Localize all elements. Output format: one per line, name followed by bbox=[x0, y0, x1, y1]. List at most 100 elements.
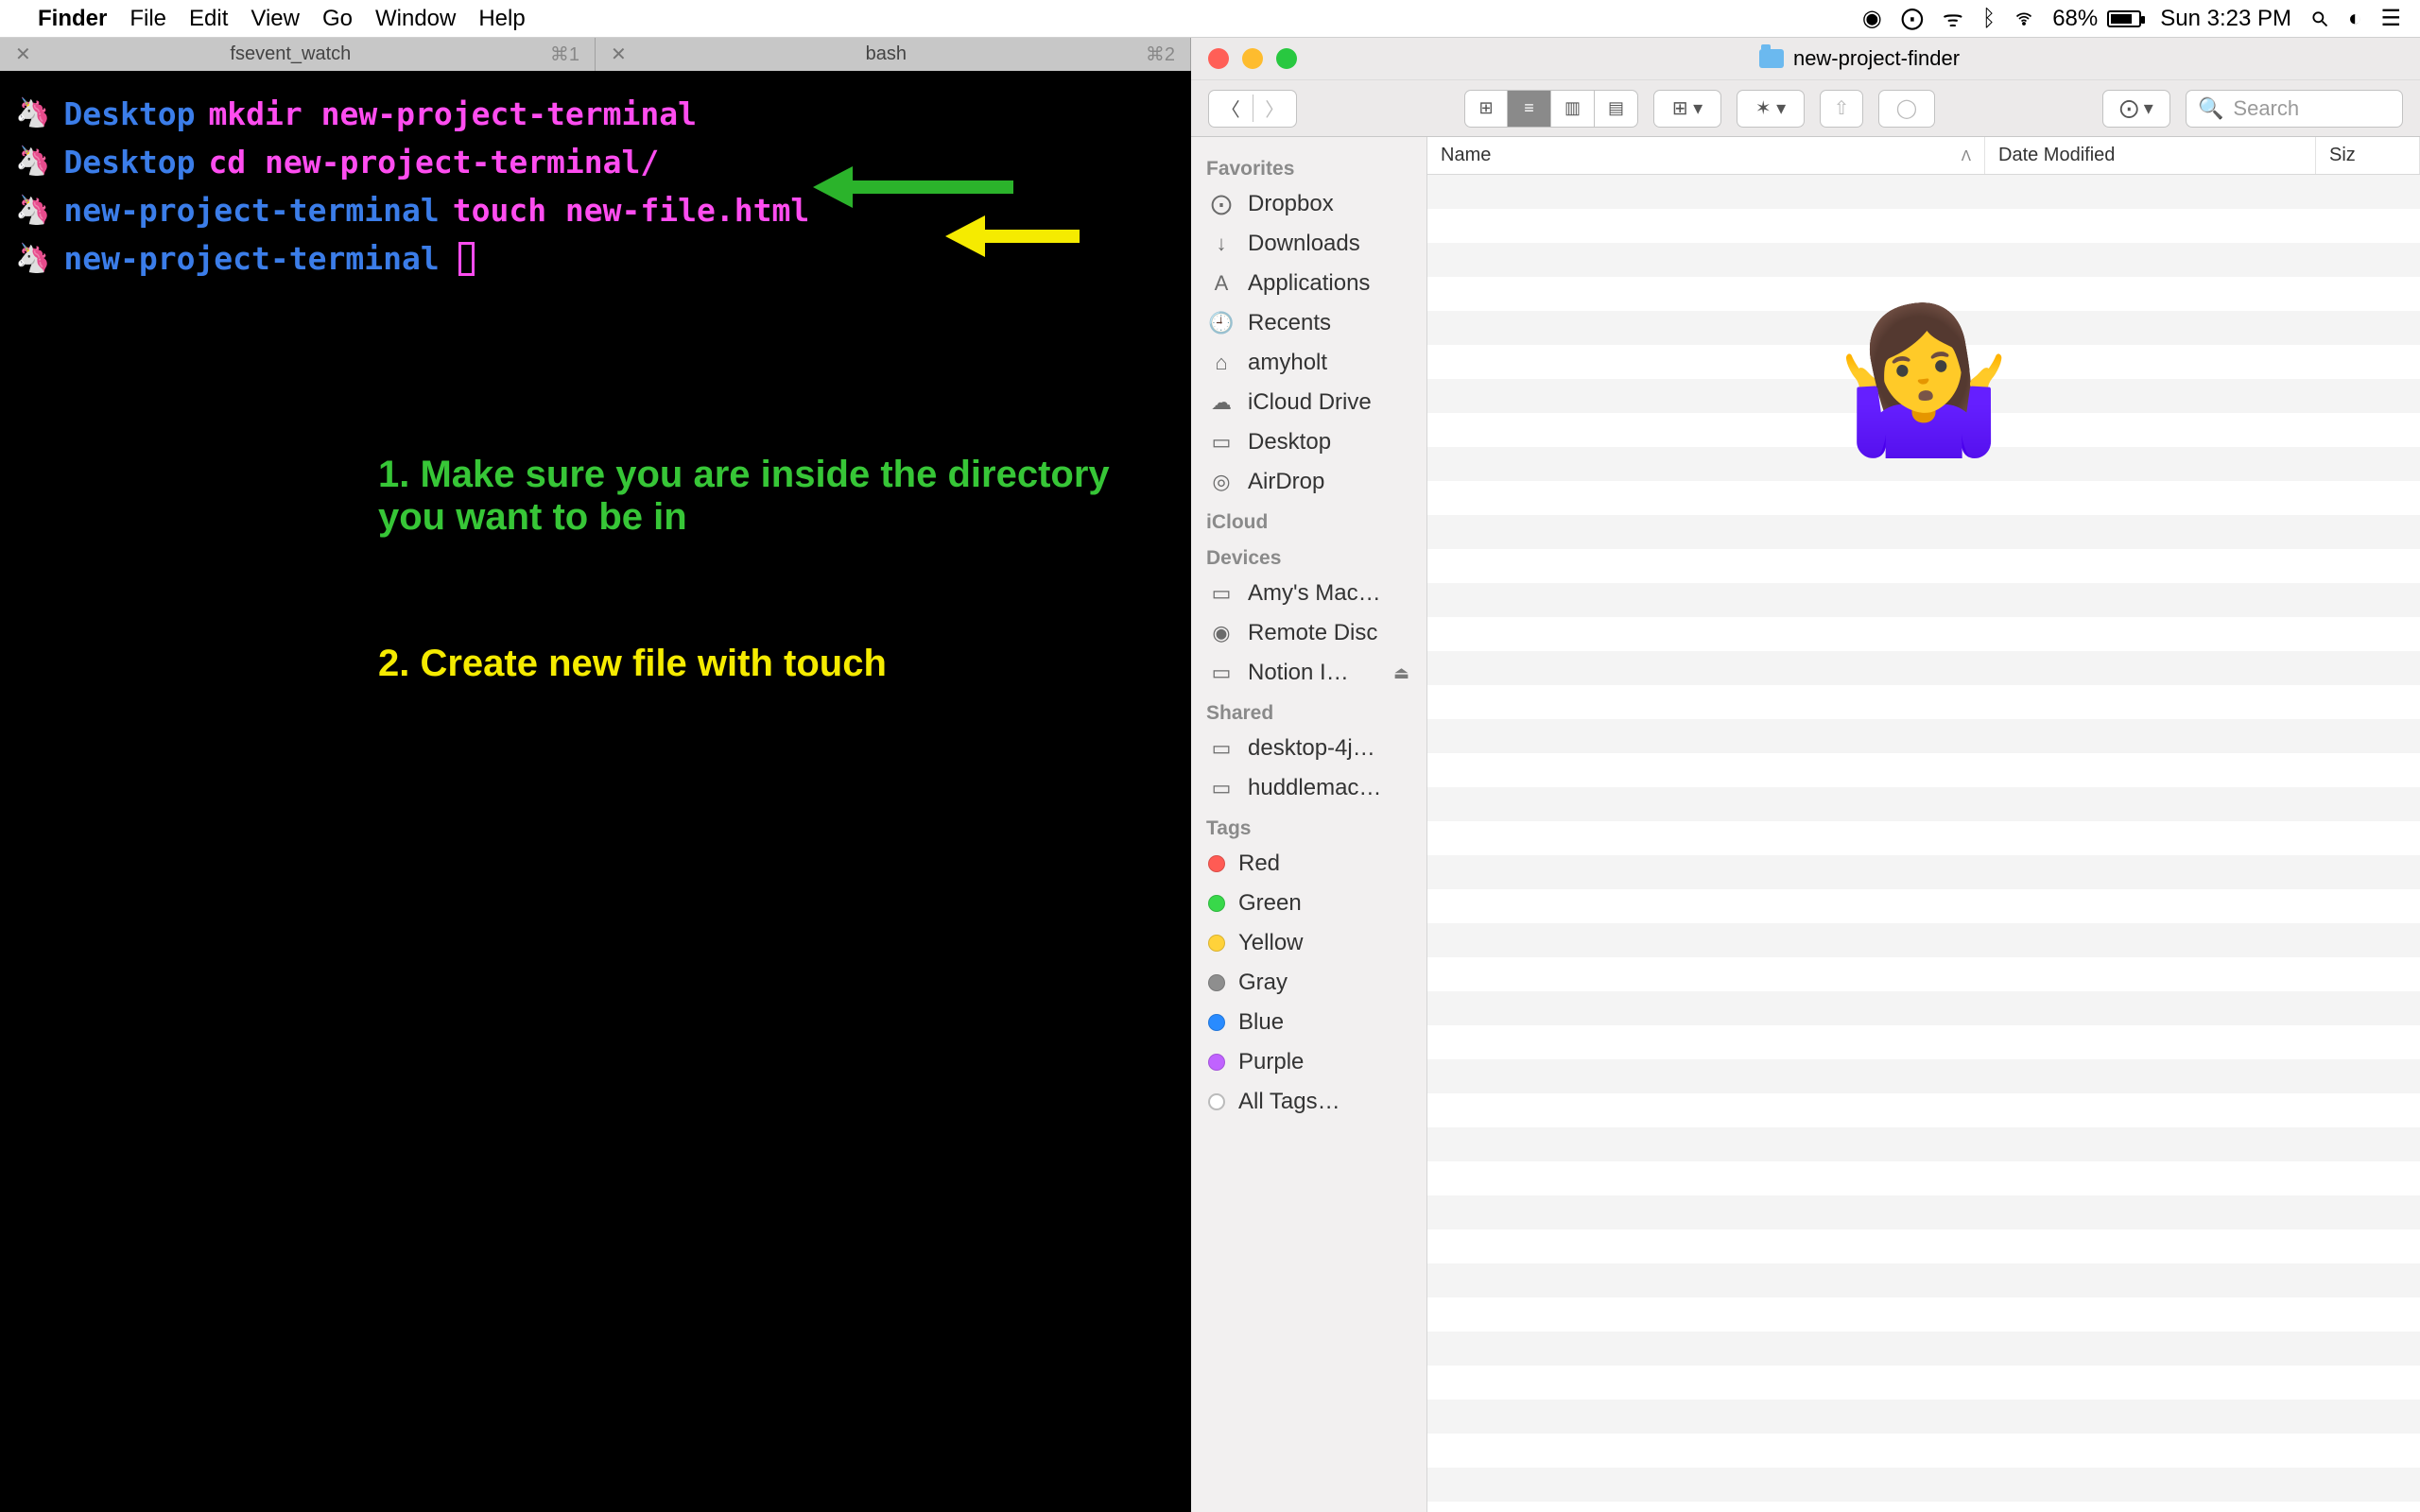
app-name[interactable]: Finder bbox=[38, 6, 107, 32]
bluetooth-icon[interactable]: ᛒ bbox=[1982, 6, 1996, 32]
sidebar-item-label: Green bbox=[1238, 890, 1302, 917]
finder-toolbar: 〈 〉 ⊞ ≡ ▥ ▤ ⊞ ▾ ✶ ▾ ⇧ ◯ ⨀ ▾ 🔍 Search bbox=[1191, 80, 2420, 137]
sidebar-tag-yellow[interactable]: Yellow bbox=[1191, 923, 1426, 963]
spotlight-icon[interactable] bbox=[2310, 9, 2329, 28]
search-field[interactable]: 🔍 Search bbox=[2186, 90, 2403, 128]
sidebar-item-applications[interactable]: AApplications bbox=[1191, 264, 1426, 303]
sidebar-caption-shared: Shared bbox=[1191, 693, 1426, 729]
sidebar-item-label: Amy's Mac… bbox=[1248, 580, 1381, 607]
tag-dot-icon bbox=[1208, 935, 1225, 952]
siri-icon[interactable]: ◐ bbox=[2348, 6, 2362, 32]
dropbox-icon: ⨀ bbox=[1208, 192, 1235, 216]
tags-button[interactable]: ◯ bbox=[1878, 90, 1935, 128]
close-tab-icon[interactable]: ✕ bbox=[611, 43, 627, 66]
table-row bbox=[1427, 1195, 2420, 1229]
glasses-icon[interactable]: ᯤ bbox=[1943, 3, 1963, 34]
close-tab-icon[interactable]: ✕ bbox=[15, 43, 31, 66]
table-row bbox=[1427, 719, 2420, 753]
menu-file[interactable]: File bbox=[130, 6, 166, 32]
folder-icon bbox=[1759, 49, 1784, 68]
sidebar-item-mac[interactable]: ▭Amy's Mac… bbox=[1191, 574, 1426, 613]
col-name[interactable]: Nameᐱ bbox=[1427, 137, 1985, 174]
sidebar-item-notion[interactable]: ▭Notion I…⏏ bbox=[1191, 653, 1426, 693]
menu-edit[interactable]: Edit bbox=[189, 6, 228, 32]
terminal-tab-bash[interactable]: ✕ bash ⌘2 bbox=[596, 38, 1191, 71]
sidebar-caption-icloud: iCloud bbox=[1191, 502, 1426, 538]
sidebar-item-recents[interactable]: 🕘Recents bbox=[1191, 303, 1426, 343]
menu-window[interactable]: Window bbox=[375, 6, 456, 32]
back-button[interactable]: 〈 bbox=[1209, 94, 1253, 122]
computer-icon: ▭ bbox=[1208, 736, 1235, 761]
view-columns-button[interactable]: ▥ bbox=[1551, 90, 1595, 128]
table-row bbox=[1427, 1400, 2420, 1434]
table-row bbox=[1427, 1434, 2420, 1468]
forward-button[interactable]: 〉 bbox=[1253, 94, 1297, 122]
sidebar-tag-red[interactable]: Red bbox=[1191, 844, 1426, 884]
prompt-cmd: cd new-project-terminal/ bbox=[208, 138, 659, 186]
sidebar-tag-gray[interactable]: Gray bbox=[1191, 963, 1426, 1003]
zoom-window-icon[interactable] bbox=[1276, 48, 1297, 69]
sidebar-item-icloud[interactable]: ☁iCloud Drive bbox=[1191, 383, 1426, 422]
recents-icon: 🕘 bbox=[1208, 311, 1235, 335]
table-row bbox=[1427, 243, 2420, 277]
battery-percent: 68% bbox=[2052, 6, 2098, 32]
sidebar-item-label: Notion I… bbox=[1248, 660, 1349, 686]
sidebar-caption-favorites: Favorites bbox=[1191, 148, 1426, 184]
sidebar-item-dropbox[interactable]: ⨀Dropbox bbox=[1191, 184, 1426, 224]
annotation-step1: 1. Make sure you are inside the director… bbox=[378, 454, 1153, 539]
sidebar-item-remotedisc[interactable]: ◉Remote Disc bbox=[1191, 613, 1426, 653]
sidebar-item-airdrop[interactable]: ◎AirDrop bbox=[1191, 462, 1426, 502]
table-row bbox=[1427, 175, 2420, 209]
terminal-tab-fsevent[interactable]: ✕ fsevent_watch ⌘1 bbox=[0, 38, 596, 71]
sidebar-item-label: Downloads bbox=[1248, 231, 1360, 257]
col-date[interactable]: Date Modified bbox=[1985, 137, 2316, 174]
menu-go[interactable]: Go bbox=[322, 6, 353, 32]
dropbox-button[interactable]: ⨀ ▾ bbox=[2102, 90, 2170, 128]
prompt-pwd: Desktop bbox=[63, 138, 195, 186]
view-icons-button[interactable]: ⊞ bbox=[1464, 90, 1508, 128]
table-row bbox=[1427, 1297, 2420, 1332]
menu-view[interactable]: View bbox=[251, 6, 300, 32]
table-row bbox=[1427, 209, 2420, 243]
sidebar-tag-green[interactable]: Green bbox=[1191, 884, 1426, 923]
clock[interactable]: Sun 3:23 PM bbox=[2160, 6, 2291, 32]
sidebar-item-desktop[interactable]: ▭Desktop bbox=[1191, 422, 1426, 462]
status-record-icon[interactable]: ◉ bbox=[1862, 5, 1882, 32]
col-size[interactable]: Siz bbox=[2316, 137, 2420, 174]
eject-icon[interactable]: ⏏ bbox=[1393, 663, 1409, 683]
dropbox-menubar-icon[interactable]: ⨀ bbox=[1901, 5, 1924, 32]
sidebar-tag-blue[interactable]: Blue bbox=[1191, 1003, 1426, 1042]
desktop-icon: ▭ bbox=[1208, 430, 1235, 455]
table-row bbox=[1427, 787, 2420, 821]
share-button[interactable]: ⇧ bbox=[1820, 90, 1863, 128]
view-gallery-button[interactable]: ▤ bbox=[1595, 90, 1638, 128]
sidebar-tag-purple[interactable]: Purple bbox=[1191, 1042, 1426, 1082]
notification-center-icon[interactable]: ☰ bbox=[2380, 5, 2401, 32]
sidebar-item-label: Red bbox=[1238, 850, 1280, 877]
menu-help[interactable]: Help bbox=[478, 6, 525, 32]
battery-status[interactable]: 68% bbox=[2052, 6, 2141, 32]
action-button[interactable]: ✶ ▾ bbox=[1737, 90, 1805, 128]
sidebar-item-shared1[interactable]: ▭desktop-4j… bbox=[1191, 729, 1426, 768]
arrow-green-icon bbox=[813, 170, 1013, 204]
tab-shortcut: ⌘2 bbox=[1146, 43, 1175, 66]
sidebar-all-tags[interactable]: All Tags… bbox=[1191, 1082, 1426, 1122]
minimize-window-icon[interactable] bbox=[1242, 48, 1263, 69]
arrange-button[interactable]: ⊞ ▾ bbox=[1653, 90, 1721, 128]
window-controls bbox=[1208, 48, 1297, 69]
close-window-icon[interactable] bbox=[1208, 48, 1229, 69]
sidebar-item-label: Blue bbox=[1238, 1009, 1284, 1036]
sidebar-item-shared2[interactable]: ▭huddlemac… bbox=[1191, 768, 1426, 808]
table-row bbox=[1427, 821, 2420, 855]
finder-file-area[interactable]: Nameᐱ Date Modified Siz bbox=[1427, 137, 2420, 1512]
sidebar-item-label: Applications bbox=[1248, 270, 1370, 297]
sidebar-item-home[interactable]: ⌂amyholt bbox=[1191, 343, 1426, 383]
tag-dot-icon bbox=[1208, 1093, 1225, 1110]
table-row bbox=[1427, 515, 2420, 549]
prompt-pwd: Desktop bbox=[63, 90, 195, 138]
wifi-icon[interactable] bbox=[2014, 9, 2033, 28]
table-row bbox=[1427, 1263, 2420, 1297]
prompt-emoji-icon: 🦄 bbox=[15, 237, 50, 282]
sidebar-item-downloads[interactable]: ↓Downloads bbox=[1191, 224, 1426, 264]
view-list-button[interactable]: ≡ bbox=[1508, 90, 1551, 128]
